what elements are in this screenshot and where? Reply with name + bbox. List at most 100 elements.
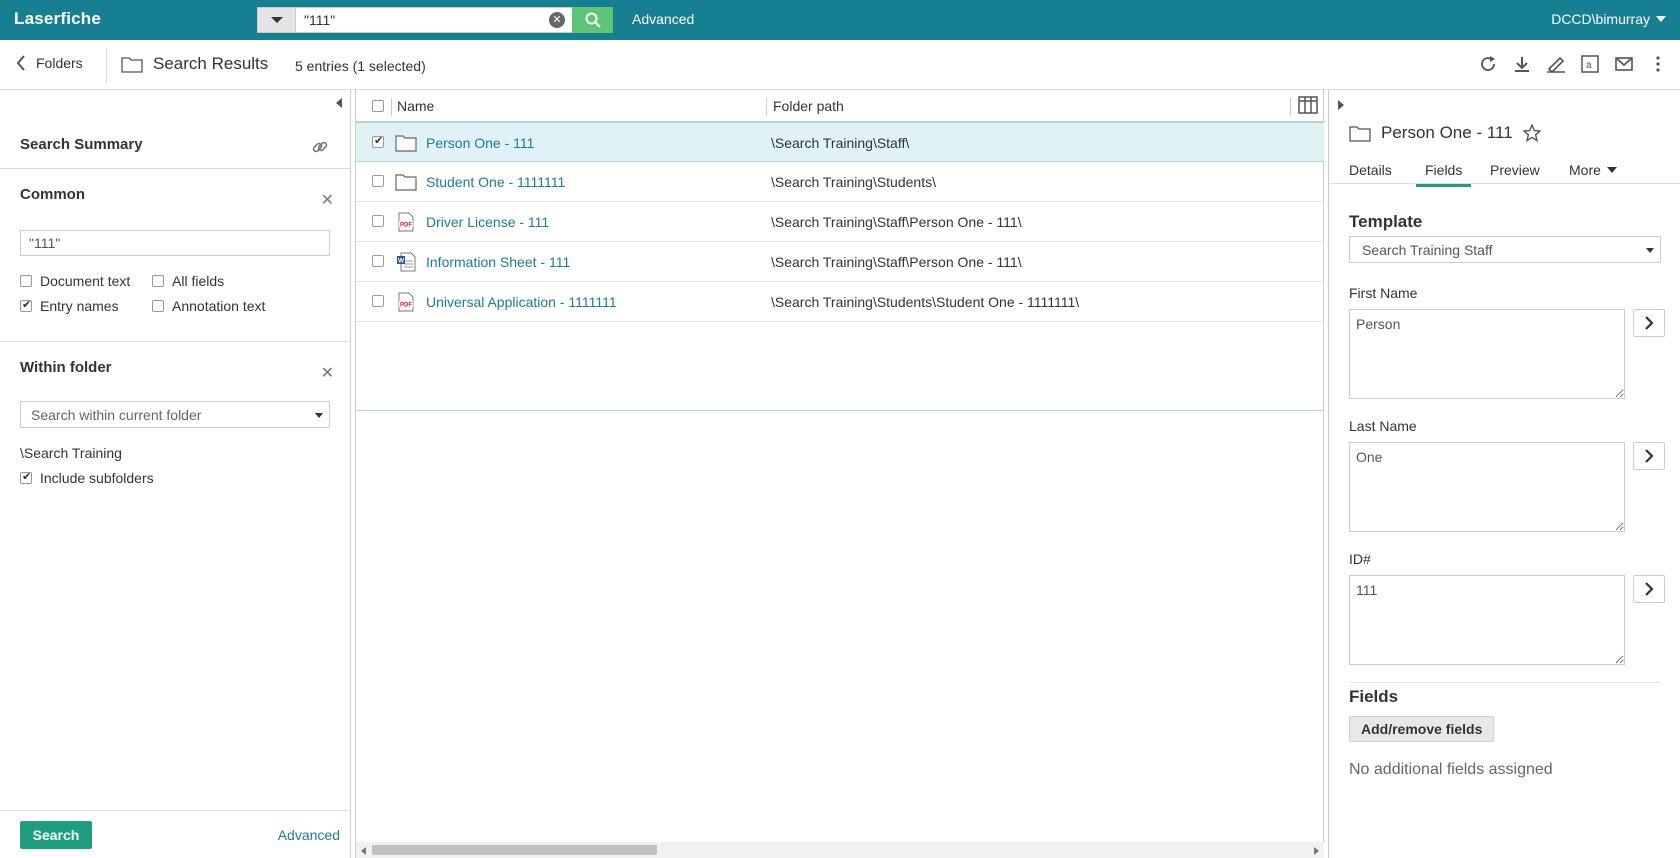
table-row[interactable]: Student One - 1111111 \Search Training\S…	[356, 162, 1324, 202]
advanced-search-link[interactable]: Advanced	[632, 11, 694, 27]
column-divider[interactable]	[766, 98, 767, 116]
id-go-button[interactable]	[1633, 575, 1665, 603]
checkbox-box[interactable]	[152, 300, 164, 312]
advanced-link[interactable]: Advanced	[278, 827, 340, 843]
collapse-right-icon[interactable]	[1338, 100, 1344, 110]
search-button[interactable]: Search	[20, 821, 92, 849]
id-field[interactable]: 111	[1349, 575, 1625, 665]
chevron-right-icon	[1645, 449, 1654, 463]
row-checkbox[interactable]	[372, 295, 384, 307]
within-folder-select[interactable]: Search within current folder	[20, 401, 330, 428]
checkbox-box[interactable]	[20, 470, 32, 484]
scroll-left-icon[interactable]	[361, 847, 366, 855]
chevron-down-icon	[1646, 248, 1654, 253]
entry-title-group: Person One - 111	[1349, 123, 1541, 143]
all-fields-checkbox[interactable]: All fields	[152, 273, 224, 289]
entry-folder-path: \Search Training\Students\	[771, 174, 936, 190]
search-icon	[585, 12, 601, 28]
chevron-down-icon	[270, 17, 283, 23]
entry-names-checkbox[interactable]: Entry names	[20, 298, 119, 314]
template-heading: Template	[1349, 212, 1423, 231]
table-row[interactable]: Person One - 111 \Search Training\Staff\	[356, 122, 1324, 162]
search-type-dropdown[interactable]	[257, 7, 295, 33]
checkbox-label: Entry names	[40, 298, 119, 314]
first-name-field[interactable]: Person	[1349, 309, 1625, 399]
page-title-group: Search Results	[121, 54, 268, 74]
common-search-input[interactable]	[20, 230, 330, 256]
no-fields-text: No additional fields assigned	[1349, 761, 1553, 778]
toolbar: a	[1478, 54, 1668, 74]
svg-text:W: W	[398, 258, 405, 265]
divider	[1349, 682, 1661, 683]
checkbox-label: Document text	[40, 273, 131, 289]
text-icon[interactable]: a	[1580, 54, 1600, 74]
row-checkbox[interactable]	[372, 255, 384, 267]
svg-text:PDF: PDF	[400, 303, 412, 309]
link-icon[interactable]	[310, 137, 330, 160]
checkbox-label: All fields	[172, 273, 225, 289]
row-checkbox[interactable]	[372, 175, 384, 187]
document-text-checkbox[interactable]: Document text	[20, 273, 130, 289]
email-icon[interactable]	[1614, 54, 1634, 74]
entry-name[interactable]: Universal Application - 1111111	[426, 294, 617, 310]
column-divider	[1290, 98, 1291, 116]
tab-preview[interactable]: Preview	[1490, 162, 1540, 178]
include-subfolders-checkbox[interactable]: Include subfolders	[20, 470, 154, 486]
id-label: ID#	[1349, 551, 1371, 567]
horizontal-scrollbar[interactable]	[356, 842, 1324, 858]
clear-icon[interactable]: ✕	[549, 12, 565, 28]
entry-folder-path: \Search Training\Staff\Person One - 111\	[771, 214, 1022, 230]
star-icon[interactable]	[1522, 124, 1541, 142]
close-icon[interactable]: ✕	[321, 363, 334, 383]
app-logo: Laserfiche	[14, 9, 102, 28]
template-select[interactable]: Search Training Staff	[1349, 236, 1661, 263]
column-header-name[interactable]: Name	[397, 98, 434, 114]
search-submit-button[interactable]	[572, 7, 613, 33]
first-name-label: First Name	[1349, 285, 1418, 301]
column-header-folder-path[interactable]: Folder path	[773, 98, 844, 114]
last-name-field[interactable]: One	[1349, 442, 1625, 532]
add-remove-fields-button[interactable]: Add/remove fields	[1349, 716, 1495, 742]
download-icon[interactable]	[1512, 54, 1532, 74]
table-row[interactable]: W Information Sheet - 111 \Search Traini…	[356, 242, 1324, 282]
entry-name[interactable]: Student One - 1111111	[426, 174, 565, 190]
annotation-text-checkbox[interactable]: Annotation text	[152, 298, 265, 314]
entry-name[interactable]: Driver License - 111	[426, 214, 549, 230]
chevron-down-icon	[315, 413, 323, 418]
columns-icon[interactable]	[1298, 96, 1318, 117]
entry-name[interactable]: Person One - 111	[426, 135, 534, 151]
checkbox-box[interactable]	[20, 298, 32, 312]
left-footer: Search Advanced	[0, 810, 350, 858]
row-checkbox[interactable]	[372, 215, 384, 227]
fields-heading: Fields	[1349, 687, 1399, 706]
entry-title: Person One - 111	[1381, 123, 1513, 142]
close-icon[interactable]: ✕	[321, 190, 334, 210]
row-checkbox[interactable]	[372, 134, 384, 148]
more-vert-icon[interactable]	[1648, 54, 1668, 74]
refresh-icon[interactable]	[1478, 54, 1498, 74]
checkbox-box[interactable]	[152, 275, 164, 287]
checkbox-label: Include subfolders	[40, 470, 154, 486]
table-row[interactable]: PDF Driver License - 111 \Search Trainin…	[356, 202, 1324, 242]
back-button[interactable]: Folders	[16, 55, 83, 71]
tab-more-label: More	[1569, 162, 1601, 178]
first-name-go-button[interactable]	[1633, 309, 1665, 337]
collapse-left-icon[interactable]	[336, 98, 342, 108]
last-name-go-button[interactable]	[1633, 442, 1665, 470]
user-menu[interactable]: DCCD\bimurray	[1551, 11, 1666, 27]
global-search: ✕	[257, 7, 613, 33]
select-all-checkbox[interactable]	[372, 100, 384, 112]
checkbox-box[interactable]	[20, 275, 32, 287]
table-row[interactable]: PDF Universal Application - 1111111 \Sea…	[356, 282, 1324, 322]
scrollbar-thumb[interactable]	[372, 845, 657, 855]
tab-more[interactable]: More	[1569, 162, 1617, 178]
tab-details[interactable]: Details	[1349, 162, 1392, 178]
entry-name[interactable]: Information Sheet - 111	[426, 254, 570, 270]
tab-fields[interactable]: Fields	[1416, 162, 1472, 187]
scroll-right-icon[interactable]	[1314, 847, 1319, 855]
top-bar: Laserfiche ✕ Advanced DCCD\bimurray	[0, 0, 1680, 40]
search-input[interactable]	[295, 7, 572, 33]
divider	[0, 168, 350, 169]
sign-icon[interactable]	[1546, 54, 1566, 74]
breadcrumb-bar: Folders Search Results 5 entries (1 sele…	[0, 40, 1680, 90]
